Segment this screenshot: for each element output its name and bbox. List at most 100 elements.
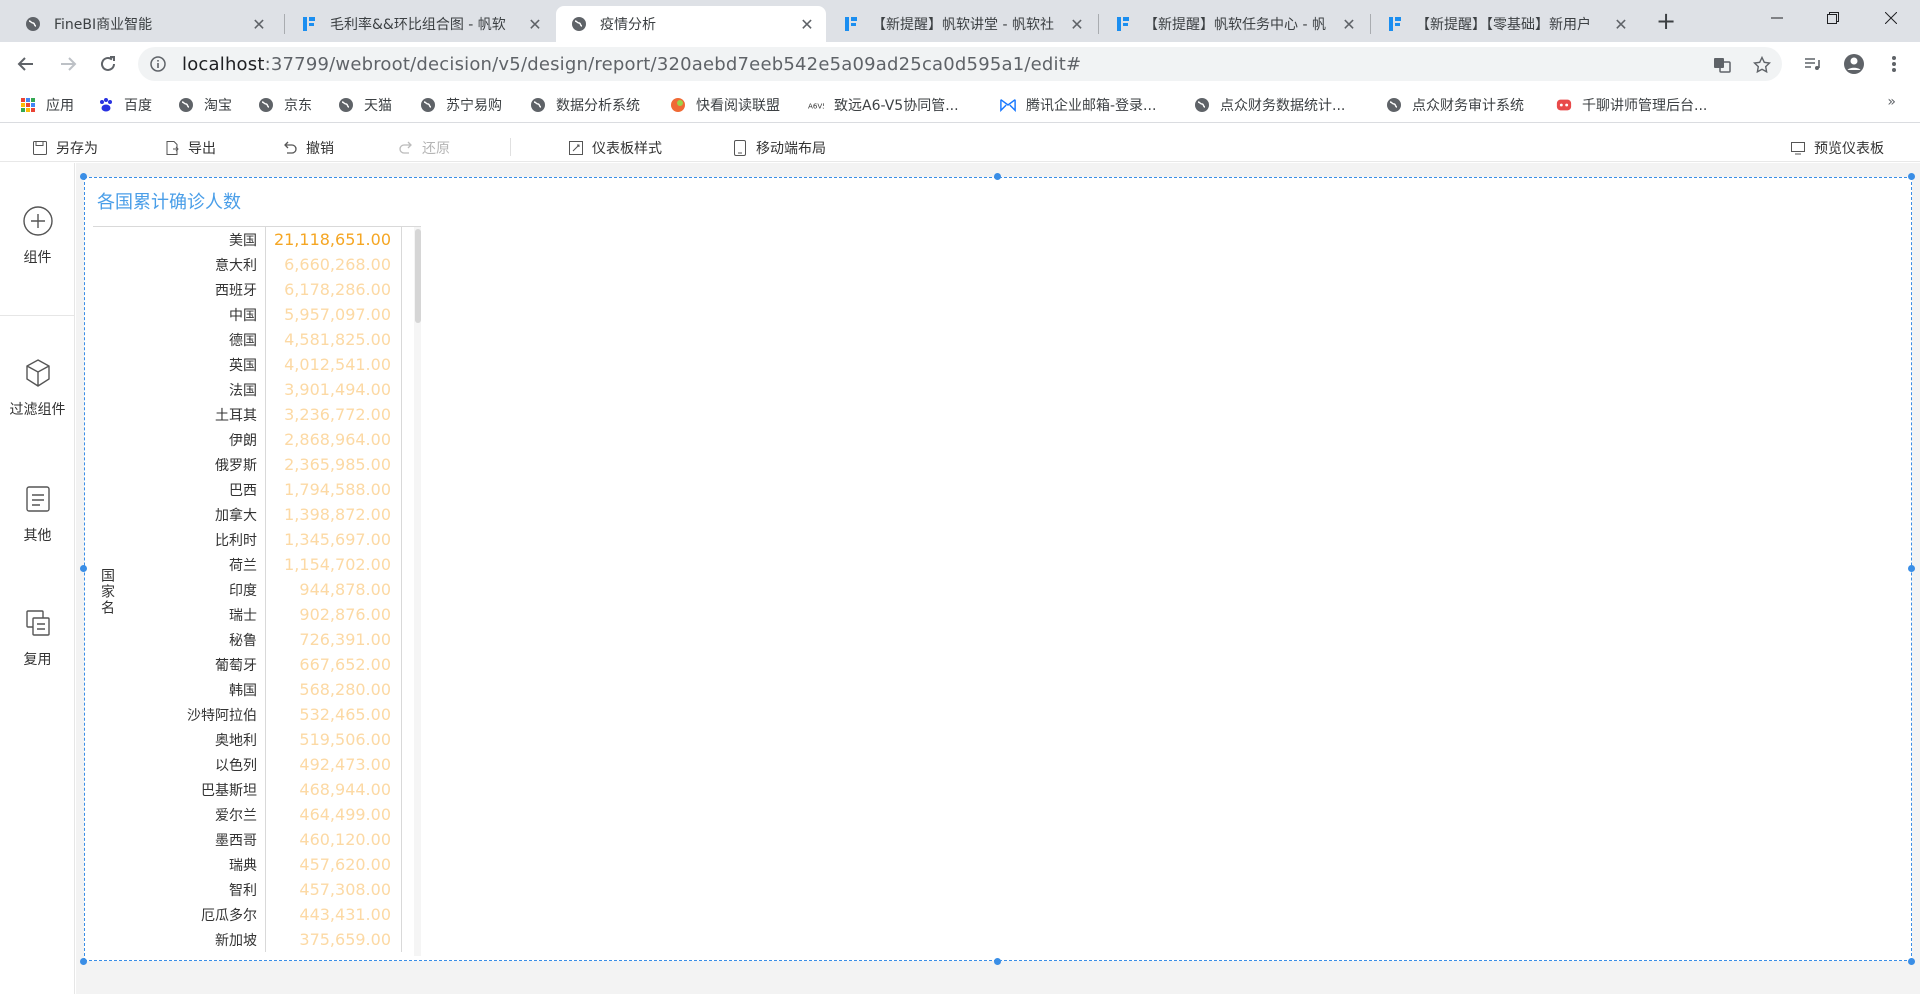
- components-button[interactable]: 组件: [0, 205, 75, 267]
- table-row[interactable]: 意大利 6,660,268.00: [121, 252, 411, 277]
- close-icon[interactable]: ✕: [1340, 15, 1358, 34]
- reuse-button[interactable]: 复用: [0, 607, 75, 669]
- resize-handle[interactable]: [80, 958, 87, 965]
- bookmark-suning[interactable]: 苏宁易购: [420, 95, 502, 115]
- table-row[interactable]: 爱尔兰 464,499.00: [121, 802, 411, 827]
- info-icon[interactable]: [148, 54, 168, 74]
- table-row[interactable]: 秘鲁 726,391.00: [121, 627, 411, 652]
- tab-fanruan-task-center[interactable]: 【新提醒】帆软任务中心 - 帆 ✕: [1100, 6, 1368, 42]
- resize-handle[interactable]: [80, 565, 87, 572]
- bookmark-kuaikan[interactable]: 快看阅读联盟: [670, 95, 780, 115]
- table-row[interactable]: 德国 4,581,825.00: [121, 327, 411, 352]
- tab-gross-margin[interactable]: 毛利率&&环比组合图 - 帆软 ✕: [286, 6, 554, 42]
- bookmark-seeyon[interactable]: A6V5 致远A6-V5协同管...: [808, 95, 959, 115]
- close-icon[interactable]: ✕: [1068, 15, 1086, 34]
- table-row[interactable]: 韩国 568,280.00: [121, 677, 411, 702]
- table-row[interactable]: 比利时 1,345,697.00: [121, 527, 411, 552]
- bookmark-baidu[interactable]: 百度: [98, 95, 152, 115]
- table-row[interactable]: 巴西 1,794,588.00: [121, 477, 411, 502]
- forward-icon[interactable]: [52, 48, 84, 80]
- table-row[interactable]: 巴基斯坦 468,944.00: [121, 777, 411, 802]
- country-cell: 伊朗: [229, 432, 257, 449]
- component-panel: 组件 过滤组件 其他 复用: [0, 163, 75, 994]
- table-row[interactable]: 沙特阿拉伯 532,465.00: [121, 702, 411, 727]
- resize-handle[interactable]: [1908, 958, 1915, 965]
- table-row[interactable]: 瑞典 457,620.00: [121, 852, 411, 877]
- table-row[interactable]: 加拿大 1,398,872.00: [121, 502, 411, 527]
- resize-handle[interactable]: [994, 173, 1001, 180]
- close-icon[interactable]: ✕: [250, 15, 268, 34]
- resize-handle[interactable]: [1908, 173, 1915, 180]
- url-path: :37799/webroot/decision/v5/design/report…: [264, 53, 1082, 75]
- close-icon[interactable]: ✕: [526, 15, 544, 34]
- monitor-icon: [1790, 140, 1806, 156]
- table-row[interactable]: 新加坡 375,659.00: [121, 927, 411, 952]
- bookmark-data-analysis[interactable]: 数据分析系统: [530, 95, 640, 115]
- export-button[interactable]: 导出: [164, 138, 216, 158]
- table-row[interactable]: 智利 457,308.00: [121, 877, 411, 902]
- filter-components-label: 过滤组件: [9, 402, 66, 418]
- preview-dashboard-button[interactable]: 预览仪表板: [1790, 138, 1884, 158]
- resize-handle[interactable]: [80, 173, 87, 180]
- table-row[interactable]: 印度 944,878.00: [121, 577, 411, 602]
- scrollbar-thumb[interactable]: [415, 229, 421, 323]
- resize-handle[interactable]: [1908, 565, 1915, 572]
- table-row[interactable]: 葡萄牙 667,652.00: [121, 652, 411, 677]
- menu-kebab-icon[interactable]: [1878, 48, 1910, 80]
- bookmark-apps[interactable]: 应用: [20, 95, 74, 115]
- close-icon[interactable]: ✕: [798, 15, 816, 34]
- translate-icon[interactable]: [1708, 51, 1736, 79]
- table-row[interactable]: 英国 4,012,541.00: [121, 352, 411, 377]
- address-bar[interactable]: localhost:37799/webroot/decision/v5/desi…: [138, 47, 1782, 81]
- close-window-icon[interactable]: [1864, 0, 1918, 36]
- scrollbar[interactable]: [414, 227, 421, 956]
- back-icon[interactable]: [10, 48, 42, 80]
- table-row[interactable]: 瑞士 902,876.00: [121, 602, 411, 627]
- table-widget[interactable]: 各国累计确诊人数 国家名 美国 21,118,651.00 意大利 6,660,268…: [84, 177, 1912, 961]
- tab-title: 疫情分析: [600, 17, 656, 33]
- bookmark-label: 快看阅读联盟: [696, 98, 780, 114]
- other-button[interactable]: 其他: [0, 483, 75, 545]
- bookmark-label: 腾讯企业邮箱-登录...: [1026, 98, 1157, 114]
- bookmark-taobao[interactable]: 淘宝: [178, 95, 232, 115]
- reload-icon[interactable]: [92, 48, 124, 80]
- table-row[interactable]: 西班牙 6,178,286.00: [121, 277, 411, 302]
- table-row[interactable]: 俄罗斯 2,365,985.00: [121, 452, 411, 477]
- table-row[interactable]: 中国 5,957,097.00: [121, 302, 411, 327]
- bookmark-tencent-mail[interactable]: 腾讯企业邮箱-登录...: [1000, 95, 1156, 115]
- avatar[interactable]: [1838, 48, 1870, 80]
- bookmark-qianliao[interactable]: 千聊讲师管理后台...: [1556, 95, 1707, 115]
- close-icon[interactable]: ✕: [1612, 15, 1630, 34]
- bookmark-jd[interactable]: 京东: [258, 95, 312, 115]
- bookmark-dianzhong-audit[interactable]: 点众财务审计系统: [1386, 95, 1524, 115]
- star-icon[interactable]: [1748, 51, 1776, 79]
- media-icon[interactable]: [1796, 48, 1828, 80]
- table-row[interactable]: 厄瓜多尔 443,431.00: [121, 902, 411, 927]
- restore-icon[interactable]: [1806, 0, 1860, 36]
- tab-epidemic-analysis[interactable]: 疫情分析 ✕: [556, 6, 826, 42]
- save-as-button[interactable]: 另存为: [32, 138, 98, 158]
- table-row[interactable]: 土耳其 3,236,772.00: [121, 402, 411, 427]
- new-tab-button[interactable]: +: [1652, 8, 1680, 36]
- table-row[interactable]: 墨西哥 460,120.00: [121, 827, 411, 852]
- table-row[interactable]: 法国 3,901,494.00: [121, 377, 411, 402]
- table-row[interactable]: 以色列 492,473.00: [121, 752, 411, 777]
- bookmark-dianzhong-stats[interactable]: 点众财务数据统计...: [1194, 95, 1345, 115]
- filter-components-button[interactable]: 过滤组件: [0, 357, 75, 419]
- tab-fanruan-lecture[interactable]: 【新提醒】帆软讲堂 - 帆软社 ✕: [828, 6, 1096, 42]
- table-row[interactable]: 荷兰 1,154,702.00: [121, 552, 411, 577]
- tab-finebi[interactable]: FineBI商业智能 ✕: [10, 6, 278, 42]
- mobile-layout-button[interactable]: 移动端布局: [732, 138, 826, 158]
- redo-button[interactable]: 还原: [398, 138, 450, 158]
- dashboard-style-button[interactable]: 仪表板样式: [568, 138, 662, 158]
- bookmarks-overflow-button[interactable]: »: [1887, 94, 1896, 110]
- value-cell: 1,398,872.00: [265, 502, 402, 527]
- minimize-icon[interactable]: [1750, 0, 1804, 36]
- undo-button[interactable]: 撤销: [282, 138, 334, 158]
- table-row[interactable]: 美国 21,118,651.00: [121, 227, 411, 252]
- bookmark-tmall[interactable]: 天猫: [338, 95, 392, 115]
- resize-handle[interactable]: [994, 958, 1001, 965]
- table-row[interactable]: 奥地利 519,506.00: [121, 727, 411, 752]
- tab-new-user[interactable]: 【新提醒】【零基础】新用户 ✕: [1372, 6, 1640, 42]
- table-row[interactable]: 伊朗 2,868,964.00: [121, 427, 411, 452]
